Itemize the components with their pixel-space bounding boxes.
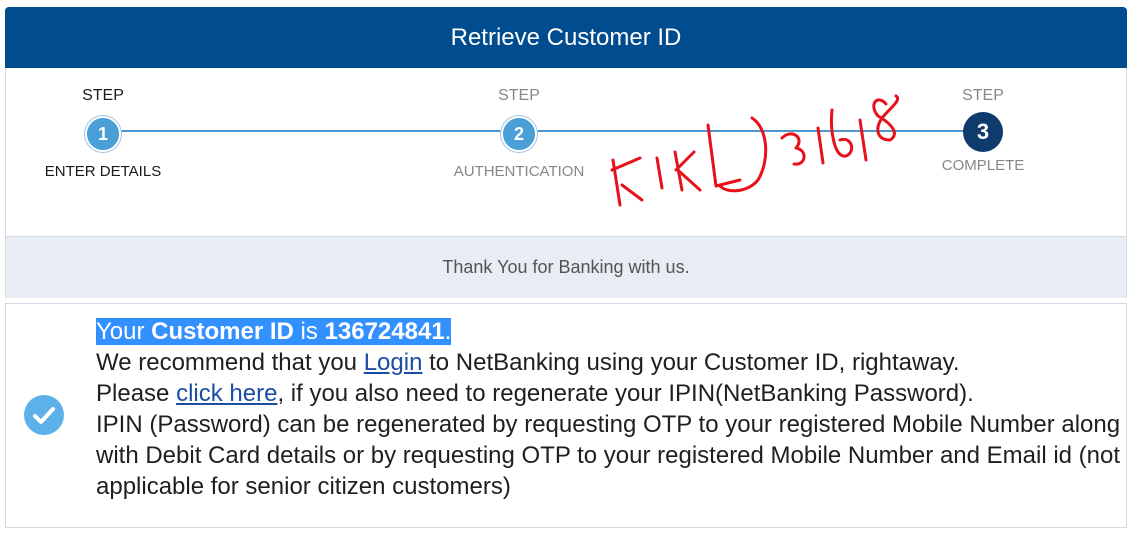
customer-id-value: 136724841: [324, 318, 445, 345]
step-1: STEP 1 ENTER DETAILS: [3, 86, 203, 182]
please-text: Please: [96, 380, 177, 407]
step-2-number: 2: [501, 116, 537, 152]
customer-id-line: Your Customer ID is 136724841.: [96, 318, 452, 345]
customer-id-label: Customer ID: [151, 318, 294, 345]
click-here-link[interactable]: click here: [176, 380, 277, 407]
recommend-text-end: to NetBanking using your Customer ID, ri…: [422, 349, 960, 376]
page-title: Retrieve Customer ID: [450, 23, 682, 51]
message-panel: Your Customer ID is 136724841. We recomm…: [5, 303, 1127, 528]
step-2-top-label: STEP: [498, 87, 540, 104]
step-3: STEP 3 COMPLETE: [883, 86, 1083, 176]
thank-you-text: Thank You for Banking with us.: [442, 257, 690, 277]
message-is: is: [293, 318, 325, 345]
step-1-bottom-label: ENTER DETAILS: [44, 163, 162, 180]
message-period: .: [444, 318, 452, 345]
step-3-number: 3: [963, 112, 1003, 152]
page-header: Retrieve Customer ID: [5, 7, 1127, 68]
ipin-info-text: IPIN (Password) can be regenerated by re…: [96, 411, 1121, 500]
step-3-bottom-label: COMPLETE: [941, 157, 1025, 174]
steps-panel: STEP 1 ENTER DETAILS STEP 2 AUTHENTICATI…: [5, 68, 1127, 298]
check-circle-icon: [24, 395, 64, 435]
step-3-top-label: STEP: [962, 87, 1004, 104]
step-2: STEP 2 AUTHENTICATION: [419, 86, 619, 182]
login-link[interactable]: Login: [364, 349, 423, 376]
customer-id-message: Your Customer ID is 136724841. We recomm…: [96, 316, 1121, 502]
step-1-number: 1: [85, 116, 121, 152]
message-prefix: Your: [96, 318, 152, 345]
step-1-top-label: STEP: [82, 87, 124, 104]
recommend-text: We recommend that you: [96, 349, 364, 376]
step-2-bottom-label: AUTHENTICATION: [453, 163, 585, 180]
thank-you-banner: Thank You for Banking with us.: [6, 236, 1126, 298]
regenerate-text: , if you also need to regenerate your IP…: [277, 380, 974, 407]
